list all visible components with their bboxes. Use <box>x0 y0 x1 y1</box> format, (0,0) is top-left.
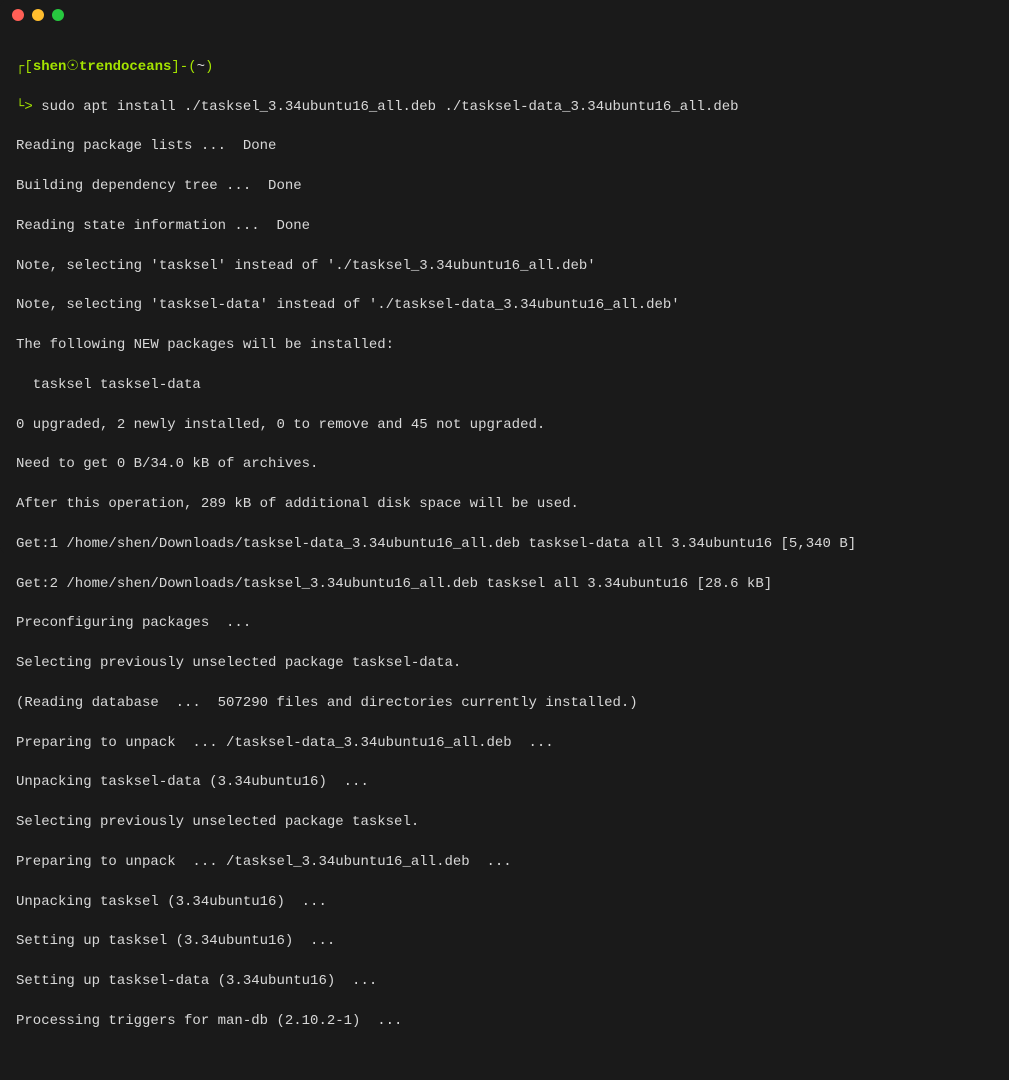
output-line: Selecting previously unselected package … <box>16 813 993 833</box>
command-text: sudo apt install ./tasksel_3.34ubuntu16_… <box>33 99 739 115</box>
output-line: Unpacking tasksel (3.34ubuntu16) ... <box>16 893 993 913</box>
maximize-icon[interactable] <box>52 9 64 21</box>
window-titlebar <box>0 0 1009 30</box>
close-icon[interactable] <box>12 9 24 21</box>
prompt-path-open: ( <box>188 59 196 75</box>
output-line: tasksel tasksel-data <box>16 376 993 396</box>
output-line: Note, selecting 'tasksel' instead of './… <box>16 257 993 277</box>
prompt-line-1: ┌[shen☉trendoceans]-(~) <box>16 58 993 78</box>
output-line: Processing triggers for man-db (2.10.2-1… <box>16 1012 993 1032</box>
prompt-at: ☉ <box>66 59 79 75</box>
output-line: Preconfiguring packages ... <box>16 614 993 634</box>
output-line: Setting up tasksel (3.34ubuntu16) ... <box>16 932 993 952</box>
output-line: 0 upgraded, 2 newly installed, 0 to remo… <box>16 416 993 436</box>
output-line: The following NEW packages will be insta… <box>16 336 993 356</box>
terminal-content[interactable]: ┌[shen☉trendoceans]-(~) └> sudo apt inst… <box>0 30 1009 1080</box>
output-line: After this operation, 289 kB of addition… <box>16 495 993 515</box>
prompt-user: shen <box>33 59 67 75</box>
output-line: Preparing to unpack ... /tasksel-data_3.… <box>16 734 993 754</box>
prompt-arrow: └> <box>16 99 33 115</box>
output-line: Selecting previously unselected package … <box>16 654 993 674</box>
output-line: Get:2 /home/shen/Downloads/tasksel_3.34u… <box>16 575 993 595</box>
prompt-path: ~ <box>197 59 205 75</box>
prompt-bracket-close: ]- <box>171 59 188 75</box>
output-line: Note, selecting 'tasksel-data' instead o… <box>16 296 993 316</box>
command-line: └> sudo apt install ./tasksel_3.34ubuntu… <box>16 98 993 118</box>
terminal-window: ┌[shen☉trendoceans]-(~) └> sudo apt inst… <box>0 0 1009 554</box>
output-line: Setting up tasksel-data (3.34ubuntu16) .… <box>16 972 993 992</box>
prompt-path-close: ) <box>205 59 213 75</box>
output-line: Preparing to unpack ... /tasksel_3.34ubu… <box>16 853 993 873</box>
output-line: Unpacking tasksel-data (3.34ubuntu16) ..… <box>16 773 993 793</box>
output-line: Need to get 0 B/34.0 kB of archives. <box>16 455 993 475</box>
prompt-host: trendoceans <box>79 59 171 75</box>
prompt-bracket-open: ┌[ <box>16 59 33 75</box>
output-line: Reading package lists ... Done <box>16 137 993 157</box>
output-line: Get:1 /home/shen/Downloads/tasksel-data_… <box>16 535 993 555</box>
output-line: (Reading database ... 507290 files and d… <box>16 694 993 714</box>
output-line: Building dependency tree ... Done <box>16 177 993 197</box>
output-line: Reading state information ... Done <box>16 217 993 237</box>
minimize-icon[interactable] <box>32 9 44 21</box>
